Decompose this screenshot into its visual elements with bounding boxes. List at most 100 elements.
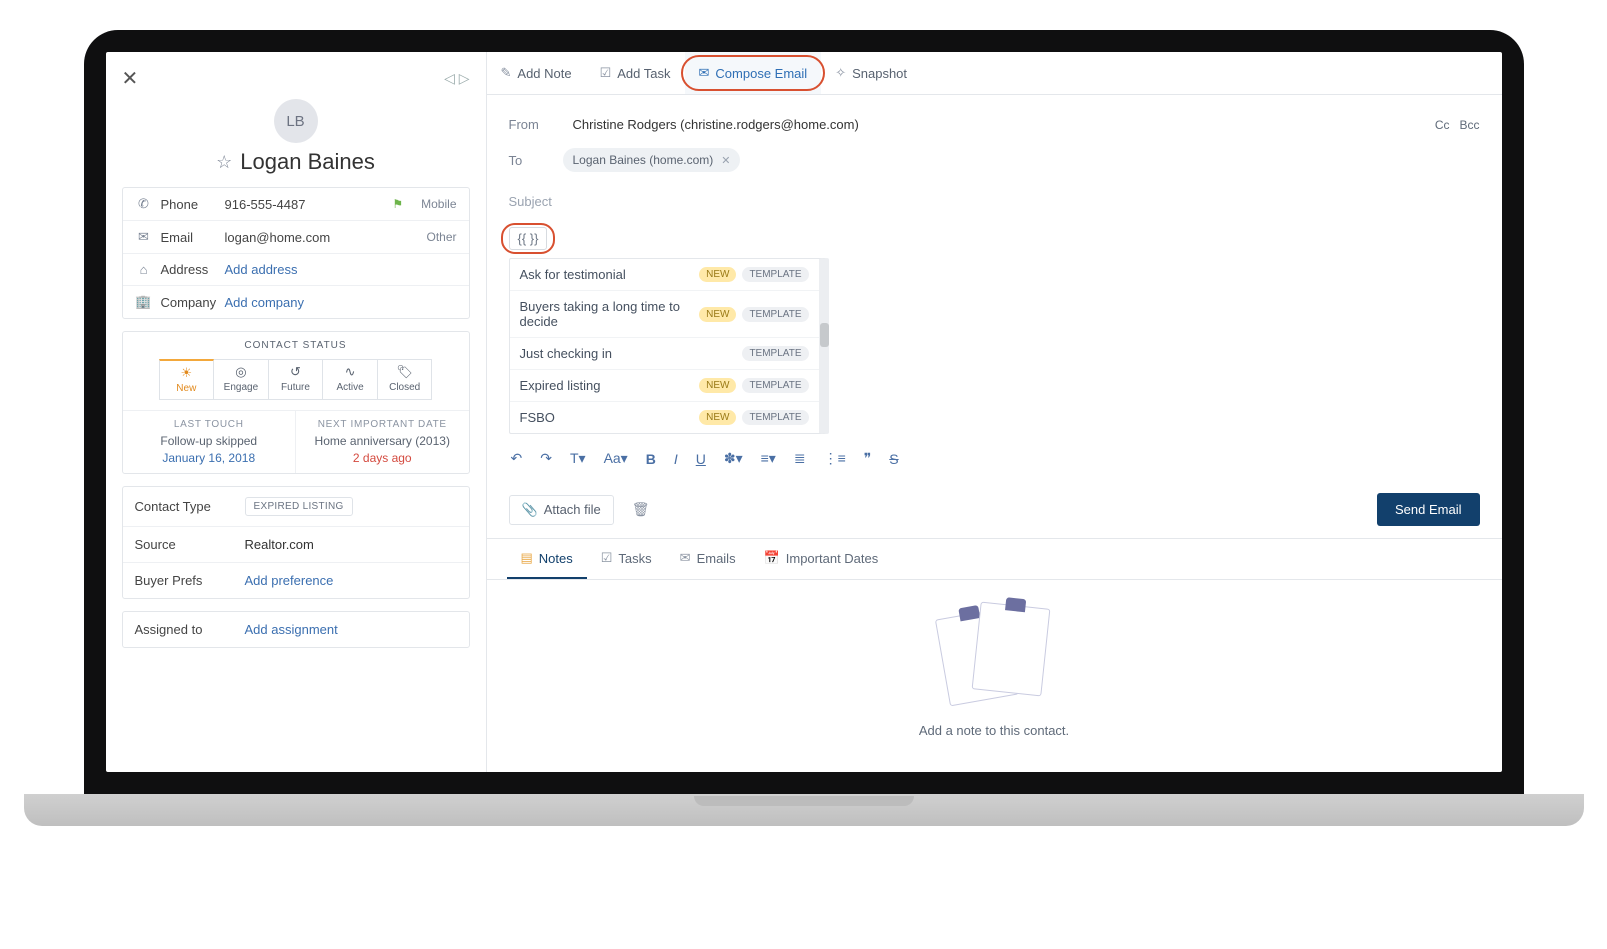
template-item[interactable]: Buyers taking a long time to decide NEWT… (510, 291, 819, 338)
status-header: CONTACT STATUS (123, 332, 469, 359)
tab-important-dates[interactable]: 📅Important Dates (750, 539, 893, 579)
add-company-link[interactable]: Add company (225, 295, 457, 310)
add-address-link[interactable]: Add address (225, 262, 457, 277)
status-closed[interactable]: 🏷Closed (378, 359, 433, 400)
laptop-base (24, 794, 1584, 826)
company-label: Company (161, 295, 217, 310)
compose-form: From Christine Rodgers (christine.rodger… (487, 95, 1502, 487)
highlight-oval-2 (501, 223, 556, 254)
status-new[interactable]: ☀New (159, 359, 215, 400)
font-family-icon[interactable]: T▾ (570, 450, 586, 467)
snapshot-icon: ✧ (835, 65, 846, 81)
new-badge: NEW (699, 378, 736, 393)
tab-snapshot[interactable]: ✧Snapshot (821, 52, 921, 94)
quote-icon[interactable]: ❞ (864, 450, 872, 467)
from-label: From (509, 117, 563, 132)
to-chip[interactable]: Logan Baines (home.com)✕ (563, 148, 741, 172)
pulse-icon: ∿ (323, 364, 377, 380)
undo-icon[interactable]: ↶ (511, 450, 523, 467)
editor-toolbar: ↶ ↷ T▾ Aa▾ B I U ✽▾ ≡▾ ≣ ⋮≡ ❞ S (509, 434, 1480, 479)
phone-value[interactable]: 916-555-4487 (225, 197, 393, 212)
tasks-icon: ☑ (601, 550, 613, 566)
app-screen: ✕ ◁ ▷ LB ☆ Logan Baines ✆Phone 916-555-4… (106, 52, 1502, 772)
mail-icon: ✉ (135, 229, 153, 245)
laptop-frame: ✕ ◁ ▷ LB ☆ Logan Baines ✆Phone 916-555-4… (84, 30, 1524, 826)
tab-compose-email[interactable]: ✉Compose Email (685, 52, 822, 94)
bcc-link[interactable]: Bcc (1459, 118, 1479, 132)
phone-type: Mobile (421, 197, 456, 211)
history-icon: ↺ (269, 364, 323, 380)
contact-name: Logan Baines (240, 149, 375, 175)
status-active[interactable]: ∿Active (323, 359, 378, 400)
remove-chip-icon[interactable]: ✕ (721, 154, 730, 167)
discard-icon[interactable]: 🗑 (632, 501, 650, 518)
add-assignment-link[interactable]: Add assignment (245, 622, 338, 637)
template-item[interactable]: Expired listing NEWTEMPLATE (510, 370, 819, 402)
empty-illustration (934, 605, 1054, 705)
source-value: Realtor.com (245, 537, 314, 552)
status-future[interactable]: ↺Future (269, 359, 324, 400)
bag-icon: 🏷 (378, 364, 432, 380)
bezel: ✕ ◁ ▷ LB ☆ Logan Baines ✆Phone 916-555-4… (84, 30, 1524, 794)
redo-icon[interactable]: ↷ (540, 450, 552, 467)
email-value[interactable]: logan@home.com (225, 230, 427, 245)
italic-icon[interactable]: I (674, 451, 678, 467)
email-type: Other (426, 230, 456, 244)
activity-tabs: ✎Add Note ☑Add Task ✉Compose Email ✧Snap… (487, 52, 1502, 95)
flag-icon: ⚑ (392, 197, 403, 211)
target-icon: ◎ (214, 364, 268, 380)
scrollbar-thumb[interactable] (820, 323, 829, 347)
home-icon: ⌂ (135, 262, 153, 277)
tab-add-note[interactable]: ✎Add Note (487, 52, 586, 94)
ordered-list-icon[interactable]: ≣ (794, 450, 806, 467)
buyer-prefs-label: Buyer Prefs (135, 573, 245, 588)
company-icon: 🏢 (135, 294, 153, 310)
notes-icon: ▤ (521, 550, 533, 566)
note-icon: ✎ (501, 65, 512, 81)
cc-link[interactable]: Cc (1435, 118, 1450, 132)
task-icon: ☑ (600, 65, 612, 81)
send-email-button[interactable]: Send Email (1377, 493, 1479, 526)
subject-input[interactable] (509, 188, 1480, 215)
unordered-list-icon[interactable]: ⋮≡ (824, 450, 846, 467)
contact-panel: ✕ ◁ ▷ LB ☆ Logan Baines ✆Phone 916-555-4… (106, 52, 486, 772)
status-engage[interactable]: ◎Engage (214, 359, 269, 400)
activity-panel: ✎Add Note ☑Add Task ✉Compose Email ✧Snap… (486, 52, 1502, 772)
next-important-date: NEXT IMPORTANT DATE Home anniversary (20… (295, 411, 469, 473)
attach-file-button[interactable]: 📎Attach file (509, 495, 614, 525)
new-badge: NEW (699, 307, 736, 322)
contact-type-label: Contact Type (135, 499, 245, 514)
prev-next-nav[interactable]: ◁ ▷ (444, 70, 469, 87)
underline-icon[interactable]: U (696, 451, 706, 467)
color-icon[interactable]: ✽▾ (724, 450, 743, 467)
tab-tasks[interactable]: ☑Tasks (587, 539, 666, 579)
template-badge: TEMPLATE (742, 346, 808, 361)
template-item[interactable]: FSBO NEWTEMPLATE (510, 402, 819, 433)
new-badge: NEW (699, 410, 736, 425)
bold-icon[interactable]: B (646, 451, 656, 467)
avatar: LB (274, 99, 318, 143)
lower-tabs: ▤Notes ☑Tasks ✉Emails 📅Important Dates (487, 538, 1502, 580)
contact-type-badge[interactable]: EXPIRED LISTING (245, 497, 353, 516)
tab-add-task[interactable]: ☑Add Task (586, 52, 685, 94)
strike-icon[interactable]: S (889, 451, 898, 467)
meta-block: Contact Type EXPIRED LISTING Source Real… (122, 486, 470, 599)
align-icon[interactable]: ≡▾ (761, 450, 776, 467)
star-icon[interactable]: ☆ (216, 152, 232, 173)
contact-status-block: CONTACT STATUS ☀New ◎Engage ↺Future ∿Act… (122, 331, 470, 474)
status-segments: ☀New ◎Engage ↺Future ∿Active 🏷Closed (123, 359, 469, 410)
font-size-icon[interactable]: Aa▾ (604, 450, 628, 467)
close-icon[interactable]: ✕ (122, 66, 139, 91)
merge-field-button[interactable]: {{ }} (509, 227, 548, 250)
template-badge: TEMPLATE (742, 378, 808, 393)
email-label: Email (161, 230, 194, 245)
sun-icon: ☀ (160, 365, 214, 381)
add-preference-link[interactable]: Add preference (245, 573, 334, 588)
template-item[interactable]: Just checking in TEMPLATE (510, 338, 819, 370)
tab-notes[interactable]: ▤Notes (507, 539, 587, 579)
template-badge: TEMPLATE (742, 410, 808, 425)
address-label: Address (161, 262, 209, 277)
assignment-block: Assigned to Add assignment (122, 611, 470, 648)
tab-emails[interactable]: ✉Emails (666, 539, 750, 579)
template-item[interactable]: Ask for testimonial NEWTEMPLATE (510, 259, 819, 291)
